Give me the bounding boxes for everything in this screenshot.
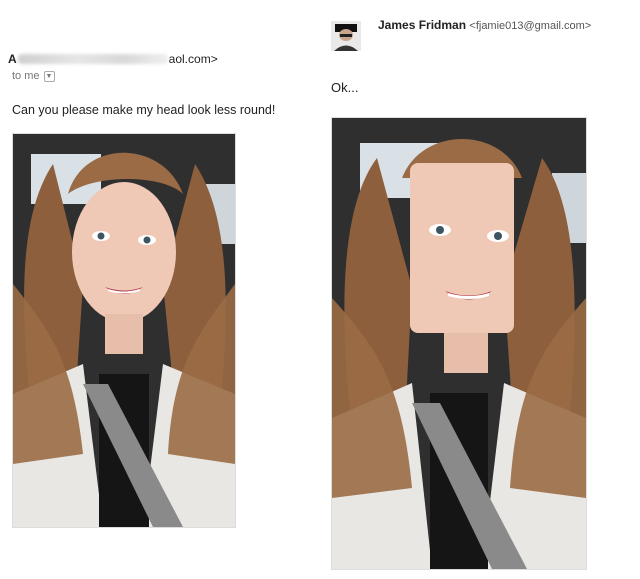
right-message-text: Ok... [331,80,359,95]
sender-email: <fjamie013@gmail.com> [469,20,592,32]
left-message-text: Can you please make my head look less ro… [12,103,276,117]
sender-avatar [331,21,361,51]
to-label: to me [12,70,40,82]
recipient-line: to me ▼ [12,70,55,82]
sender-initial: A [8,52,17,66]
left-sender: A aol.com> [8,52,218,66]
sender-name: James Fridman [378,18,467,32]
right-sender-header: James Fridman <fjamie013@gmail.com> [378,18,591,32]
portrait-edited-image [332,118,586,569]
redacted-email-blur [17,54,168,64]
edited-photo [331,117,587,570]
sender-domain: aol.com> [168,52,218,66]
recipient-dropdown-icon[interactable]: ▼ [43,70,55,82]
original-photo [12,133,236,528]
portrait-original-image [13,134,235,527]
